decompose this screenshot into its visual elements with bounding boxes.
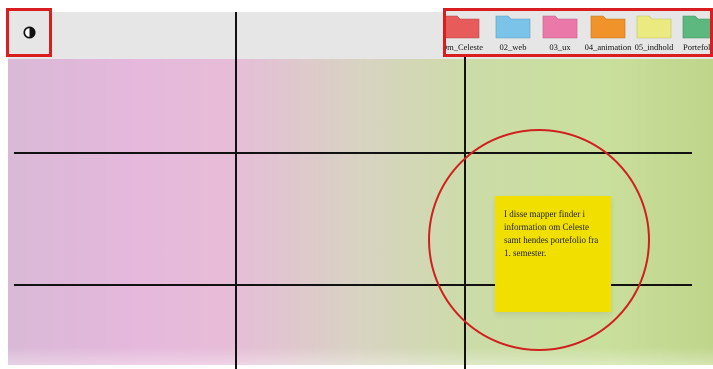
sticky-note-text: I disse mapper finder i information om C…	[504, 209, 599, 258]
folder-icon	[590, 15, 626, 39]
folder-label: Om_Celeste	[443, 42, 484, 52]
folder-portefolio[interactable]: Portefolio	[676, 13, 713, 52]
folder-03-ux[interactable]: 03_ux	[536, 13, 584, 52]
grid-line-vertical-left	[235, 12, 237, 369]
canvas-fade	[8, 347, 713, 365]
folder-label: Portefolio	[683, 42, 713, 52]
folder-05-indhold[interactable]: 05_indhold	[630, 13, 678, 52]
folder-icon	[542, 15, 578, 39]
folder-label: 03_ux	[549, 42, 571, 52]
folder-label: 05_indhold	[634, 42, 674, 52]
folder-04-animation[interactable]: 04_animation	[584, 13, 632, 52]
folder-label: 04_animation	[584, 42, 632, 52]
folder-icon	[636, 15, 672, 39]
folder-icon	[446, 15, 480, 39]
contrast-icon	[22, 26, 36, 39]
folder-label: 02_web	[499, 42, 527, 52]
contrast-toggle-button[interactable]	[6, 8, 52, 57]
folder-icon	[495, 15, 531, 39]
folder-02-web[interactable]: 02_web	[489, 13, 537, 52]
sticky-note: I disse mapper finder i information om C…	[495, 196, 611, 312]
folder-icon	[682, 15, 710, 39]
folder-navigation: Om_Celeste 02_web 03_ux 04_animation 05_…	[443, 8, 713, 57]
folder-om-celeste[interactable]: Om_Celeste	[443, 13, 486, 52]
